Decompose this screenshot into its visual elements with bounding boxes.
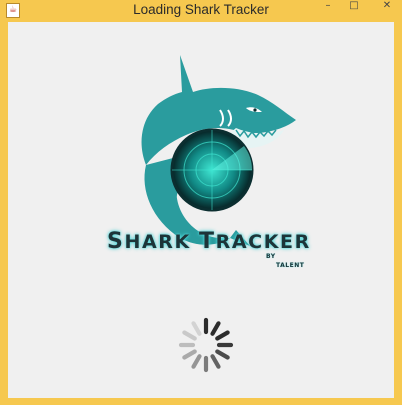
close-button[interactable]: ✕ (372, 0, 402, 14)
splash-content: SHARK TRACKER BY TALENT (8, 22, 394, 398)
author-name: TALENT (276, 262, 305, 269)
by-label: BY (266, 253, 276, 260)
minimize-button[interactable]: – (318, 0, 338, 14)
brand-title: SHARK TRACKER (107, 229, 317, 254)
brand-text: RACKER (215, 231, 311, 253)
brand-letter: T (199, 229, 216, 254)
title-bar[interactable]: ☕ Loading Shark Tracker – □ ✕ (0, 0, 402, 22)
shark-radar-logo (141, 55, 296, 246)
loading-spinner-icon (178, 317, 234, 373)
window-title: Loading Shark Tracker (133, 2, 269, 17)
maximize-button[interactable]: □ (344, 0, 364, 14)
brand-text: HARK (124, 231, 200, 253)
loading-window: ☕ Loading Shark Tracker – □ ✕ SHARK TRAC… (0, 0, 402, 405)
brand-letter: S (107, 229, 125, 254)
